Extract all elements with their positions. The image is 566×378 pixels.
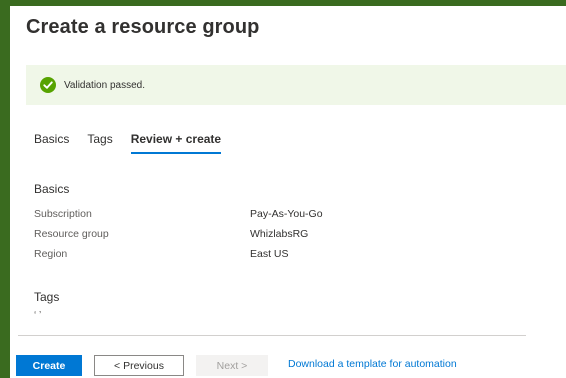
validation-banner: Validation passed. (26, 65, 566, 105)
tags-value: ‘ ’ (34, 310, 42, 321)
region-value: East US (250, 248, 289, 260)
tab-bar: Basics Tags Review + create (34, 132, 222, 162)
validation-message: Validation passed. (64, 79, 145, 91)
region-row: Region East US (34, 248, 434, 264)
download-template-link[interactable]: Download a template for automation (288, 358, 457, 370)
create-resource-group-panel: Create a resource group Validation passe… (10, 6, 566, 378)
subscription-label: Subscription (34, 208, 92, 220)
tab-tags[interactable]: Tags (87, 132, 112, 152)
resource-group-row: Resource group WhizlabsRG (34, 228, 434, 244)
tags-section-heading: Tags (34, 290, 60, 304)
subscription-value: Pay-As-You-Go (250, 208, 323, 220)
basics-section-heading: Basics (34, 182, 70, 196)
resource-group-label: Resource group (34, 228, 109, 240)
region-label: Region (34, 248, 68, 260)
tab-basics[interactable]: Basics (34, 132, 69, 152)
tab-review-create[interactable]: Review + create (130, 132, 222, 154)
subscription-row: Subscription Pay-As-You-Go (34, 208, 434, 224)
footer-divider (18, 335, 526, 336)
create-button[interactable]: Create (16, 355, 82, 376)
resource-group-value: WhizlabsRG (250, 228, 309, 240)
previous-button[interactable]: < Previous (94, 355, 184, 376)
next-button[interactable]: Next > (196, 355, 268, 376)
page-title: Create a resource group (26, 16, 260, 38)
check-circle-icon (40, 77, 56, 93)
